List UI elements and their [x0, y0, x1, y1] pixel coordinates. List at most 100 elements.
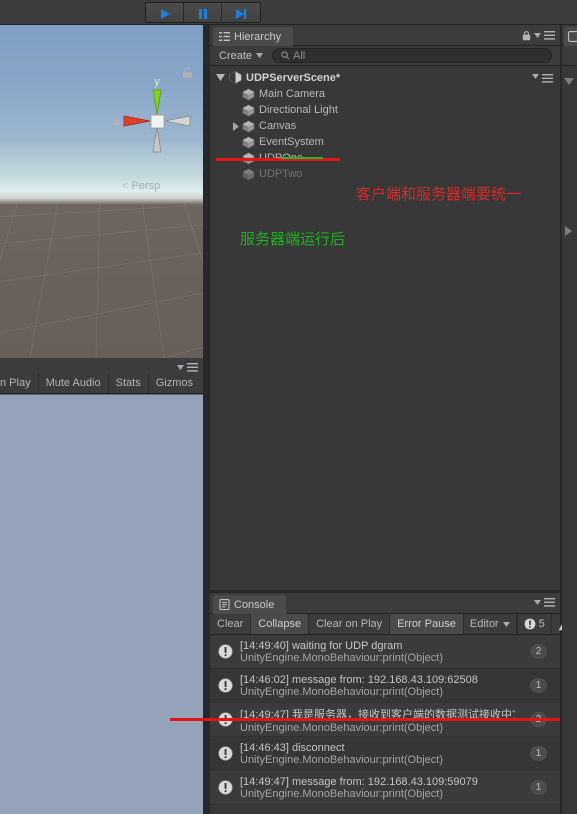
scene-orientation-gizmo[interactable]: y x: [107, 70, 203, 180]
scene-view-panel: y x < Persp: [0, 25, 203, 358]
panel-menu-icon: [542, 74, 553, 83]
hierarchy-item-udptwo[interactable]: UDPTwo: [210, 166, 560, 182]
gizmo-x-axis: x: [115, 115, 151, 128]
gizmos-button[interactable]: Gizmos: [149, 373, 200, 393]
chevron-down-icon: [534, 600, 541, 605]
chevron-down-icon: [502, 621, 510, 627]
pause-button[interactable]: [184, 3, 222, 22]
console-log-list[interactable]: [14:49:40] waiting for UDP dgram UnityEn…: [210, 635, 560, 814]
hierarchy-item-eventsystem[interactable]: EventSystem: [210, 134, 560, 150]
foldout-arrow-icon[interactable]: [216, 74, 225, 81]
console-log-row[interactable]: [14:46:43] disconnect UnityEngine.MonoBe…: [210, 737, 560, 771]
hierarchy-item-directional-light[interactable]: Directional Light: [210, 102, 560, 118]
gizmo-z-axis: [164, 115, 191, 127]
clear-on-play-button[interactable]: Clear on Play: [309, 614, 391, 634]
console-log-count: 1: [530, 746, 547, 761]
chevron-down-icon: [532, 74, 539, 79]
mute-audio-label: Mute Audio: [45, 377, 101, 389]
clear-button[interactable]: Clear: [210, 614, 252, 634]
svg-text:x: x: [115, 117, 120, 128]
create-button-label: Create: [219, 49, 253, 62]
console-log-text: [14:46:02] message from: 192.168.43.109:…: [240, 674, 478, 698]
pause-icon: [198, 8, 207, 19]
mute-audio-button[interactable]: Mute Audio: [39, 373, 109, 393]
stats-button[interactable]: Stats: [109, 373, 149, 393]
scene-projection-label[interactable]: < Persp: [122, 180, 160, 192]
clear-button-label: Clear: [217, 618, 244, 630]
error-pause-button[interactable]: Error Pause: [390, 614, 464, 634]
gizmo-center-cube: [150, 114, 165, 129]
foldout-arrow-icon: [565, 226, 572, 236]
console-log-text: [14:46:43] disconnect UnityEngine.MonoBe…: [240, 742, 443, 766]
play-button[interactable]: [146, 3, 184, 22]
console-tabstrip: Console: [210, 593, 560, 614]
console-log-text: [14:49:47] message from: 192.168.43.109:…: [240, 776, 478, 800]
hierarchy-panel-menu[interactable]: [522, 30, 555, 41]
hierarchy-item-label: Canvas: [259, 120, 297, 132]
hierarchy-item-label: Directional Light: [259, 104, 338, 116]
console-log-count: 2: [530, 644, 547, 659]
hierarchy-item-main-camera[interactable]: Main Camera: [210, 86, 560, 102]
error-count-toggle[interactable]: 5: [516, 614, 551, 634]
maximize-on-play-label: n Play: [0, 377, 31, 389]
play-icon: [160, 8, 170, 19]
console-toolbar: Clear Collapse Clear on Play Error Pause…: [210, 614, 572, 635]
error-icon: [524, 618, 536, 630]
inspector-foldout-2[interactable]: [565, 223, 572, 241]
console-panel-menu[interactable]: [534, 598, 555, 607]
collapse-button-label: Collapse: [258, 618, 302, 630]
create-button[interactable]: Create: [214, 48, 268, 64]
tab-inspector[interactable]: [564, 27, 577, 46]
panel-menu-icon: [544, 598, 555, 607]
console-filter-dropdown[interactable]: Editor: [464, 614, 517, 634]
hierarchy-scene-row[interactable]: UDPServerScene*: [210, 69, 560, 86]
tab-console[interactable]: Console: [213, 595, 287, 614]
game-view-tabstrip: [0, 358, 203, 373]
error-icon: [218, 780, 233, 795]
hierarchy-item-label: EventSystem: [259, 136, 324, 148]
panel-splitter-vertical[interactable]: [203, 25, 210, 814]
hierarchy-item-canvas[interactable]: Canvas: [210, 118, 560, 134]
hierarchy-item-label: UDPTwo: [259, 168, 303, 180]
error-icon: [218, 644, 233, 659]
error-pause-button-label: Error Pause: [397, 618, 456, 630]
collapse-button[interactable]: Collapse: [251, 614, 310, 634]
console-log-stack: UnityEngine.MonoBehaviour:print(Object): [240, 685, 443, 698]
gameobject-cube-icon: [242, 136, 255, 148]
maximize-on-play-button[interactable]: n Play: [0, 373, 39, 393]
console-log-row[interactable]: [14:49:47] message from: 192.168.43.109:…: [210, 771, 560, 805]
console-icon: [219, 599, 230, 610]
lock-closed-icon[interactable]: [522, 30, 531, 41]
hierarchy-item-label: Main Camera: [259, 88, 326, 100]
stats-label: Stats: [115, 377, 141, 389]
hierarchy-panel: Hierarchy Create All UDPServerScene* Mai…: [210, 25, 560, 590]
foldout-arrow-icon: [564, 78, 574, 85]
tab-hierarchy[interactable]: Hierarchy: [213, 27, 294, 46]
inspector-foldout-1[interactable]: [564, 72, 574, 90]
annotation-green-note: 服务器端运行后: [240, 230, 346, 248]
step-button[interactable]: [222, 3, 260, 22]
panel-menu-icon: [544, 31, 555, 40]
tab-hierarchy-label: Hierarchy: [234, 30, 282, 43]
inspector-icon: [568, 31, 577, 42]
console-log-stack: UnityEngine.MonoBehaviour:print(Object): [240, 651, 443, 664]
hierarchy-scene-name: UDPServerScene*: [246, 71, 341, 84]
gameobject-cube-icon: [242, 168, 255, 180]
console-log-message: [14:46:02] message from: 192.168.43.109:…: [240, 673, 478, 686]
gizmos-label: Gizmos: [155, 377, 193, 389]
game-view-menu[interactable]: [177, 363, 198, 372]
chevron-down-icon: [256, 53, 264, 58]
inspector-toolbar: [562, 46, 577, 66]
main-toolbar: [0, 0, 577, 25]
inspector-tabstrip: [562, 25, 577, 46]
game-view-panel: n Play Mute Audio Stats Gizmos: [0, 358, 211, 814]
scene-viewport[interactable]: y x < Persp: [0, 25, 203, 358]
game-view-toolbar: n Play Mute Audio Stats Gizmos: [0, 373, 211, 394]
hierarchy-scene-menu[interactable]: [532, 74, 553, 83]
console-log-row[interactable]: [14:46:02] message from: 192.168.43.109:…: [210, 669, 560, 703]
hierarchy-search-input[interactable]: All: [272, 48, 552, 63]
game-viewport[interactable]: [0, 394, 203, 814]
search-icon: [281, 51, 290, 60]
console-log-row[interactable]: [14:49:40] waiting for UDP dgram UnityEn…: [210, 635, 560, 669]
canvas-foldout-arrow[interactable]: [229, 121, 242, 131]
